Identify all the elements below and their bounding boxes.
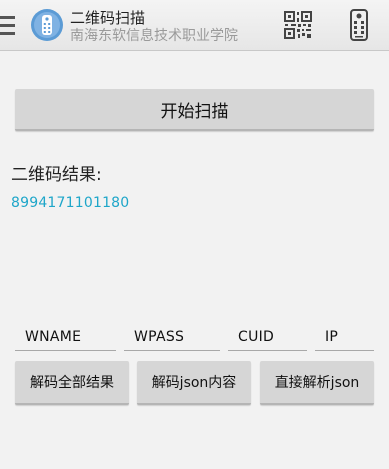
decode-all-button[interactable]: 解码全部结果 — [15, 361, 129, 405]
wpass-text: WPASS — [134, 329, 185, 345]
ip-field[interactable]: IP — [315, 325, 374, 351]
action-bar: 二维码扫描 南海东软信息技术职业学院 — [0, 0, 389, 51]
qr-code-icon[interactable] — [282, 9, 314, 41]
qr-result-label: 二维码结果: — [11, 165, 102, 185]
cuid-text: CUID — [238, 329, 275, 345]
remote-control-icon[interactable] — [344, 8, 374, 42]
wname-field[interactable]: WNAME — [15, 325, 116, 351]
start-scan-button[interactable]: 开始扫描 — [15, 89, 374, 131]
qr-result-value: 8994171101180 — [11, 195, 130, 211]
cuid-field[interactable]: CUID — [228, 325, 307, 351]
app-logo-icon[interactable] — [30, 8, 64, 42]
ip-text: IP — [325, 329, 339, 345]
decode-json-button[interactable]: 解码json内容 — [137, 361, 251, 405]
wpass-field[interactable]: WPASS — [124, 325, 220, 351]
app-subtitle: 南海东软信息技术职业学院 — [70, 28, 238, 44]
parse-json-button[interactable]: 直接解析json — [260, 361, 374, 405]
hamburger-menu-icon[interactable] — [0, 14, 15, 36]
wname-text: WNAME — [25, 329, 82, 345]
